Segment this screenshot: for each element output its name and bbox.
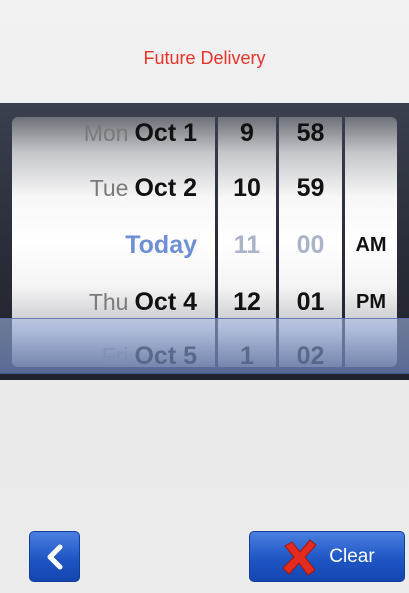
hour-option[interactable]: 1 xyxy=(218,328,276,367)
minute-option[interactable]: 02 xyxy=(279,328,342,367)
chevron-left-icon xyxy=(47,544,62,569)
day-prefix: Fri xyxy=(101,343,129,367)
hour-option[interactable]: 10 xyxy=(218,160,276,217)
date-option-selected[interactable]: Today xyxy=(12,217,215,274)
hour-option[interactable]: 9 xyxy=(218,117,276,162)
date-label: Oct 1 xyxy=(134,119,197,147)
date-option[interactable]: Tue Oct 2 xyxy=(12,160,215,217)
clear-button[interactable]: Clear xyxy=(249,531,405,582)
back-button[interactable] xyxy=(29,531,80,582)
date-label: Today xyxy=(125,231,197,259)
ampm-wheel[interactable]: AM PM xyxy=(345,117,397,367)
date-label: Oct 2 xyxy=(134,174,197,202)
day-prefix: Thu xyxy=(88,289,129,315)
ampm-option[interactable] xyxy=(345,328,397,367)
minute-option-selected[interactable]: 00 xyxy=(279,217,342,274)
date-option[interactable]: Mon Oct 1 xyxy=(12,117,215,162)
minute-option[interactable]: 58 xyxy=(279,117,342,162)
page-title: Future Delivery xyxy=(143,48,266,68)
red-x-icon xyxy=(282,538,318,576)
date-option[interactable]: Thu Oct 4 xyxy=(12,274,215,331)
minute-option[interactable]: 01 xyxy=(279,274,342,331)
day-prefix: Tue xyxy=(89,175,129,201)
date-time-picker: Mon Oct 1 Tue Oct 2 Today Thu Oct 4 Fri Oct … xyxy=(0,103,409,380)
hour-option[interactable]: 12 xyxy=(218,274,276,331)
date-label: Oct 5 xyxy=(134,342,197,367)
clear-label: Clear xyxy=(329,545,375,567)
date-label: Oct 4 xyxy=(134,288,197,316)
ampm-option[interactable] xyxy=(345,160,397,217)
hour-option-selected[interactable]: 11 xyxy=(218,217,276,274)
minute-wheel[interactable]: 58 59 00 01 02 xyxy=(279,117,342,367)
hour-wheel[interactable]: 9 10 11 12 1 xyxy=(218,117,276,367)
ampm-option[interactable] xyxy=(345,117,397,162)
date-wheel[interactable]: Mon Oct 1 Tue Oct 2 Today Thu Oct 4 Fri Oct … xyxy=(12,117,215,367)
date-option[interactable]: Fri Oct 5 xyxy=(12,328,215,367)
ampm-option-selected[interactable]: AM xyxy=(345,217,397,274)
day-prefix: Mon xyxy=(83,120,129,146)
minute-option[interactable]: 59 xyxy=(279,160,342,217)
ampm-option[interactable]: PM xyxy=(345,274,397,331)
